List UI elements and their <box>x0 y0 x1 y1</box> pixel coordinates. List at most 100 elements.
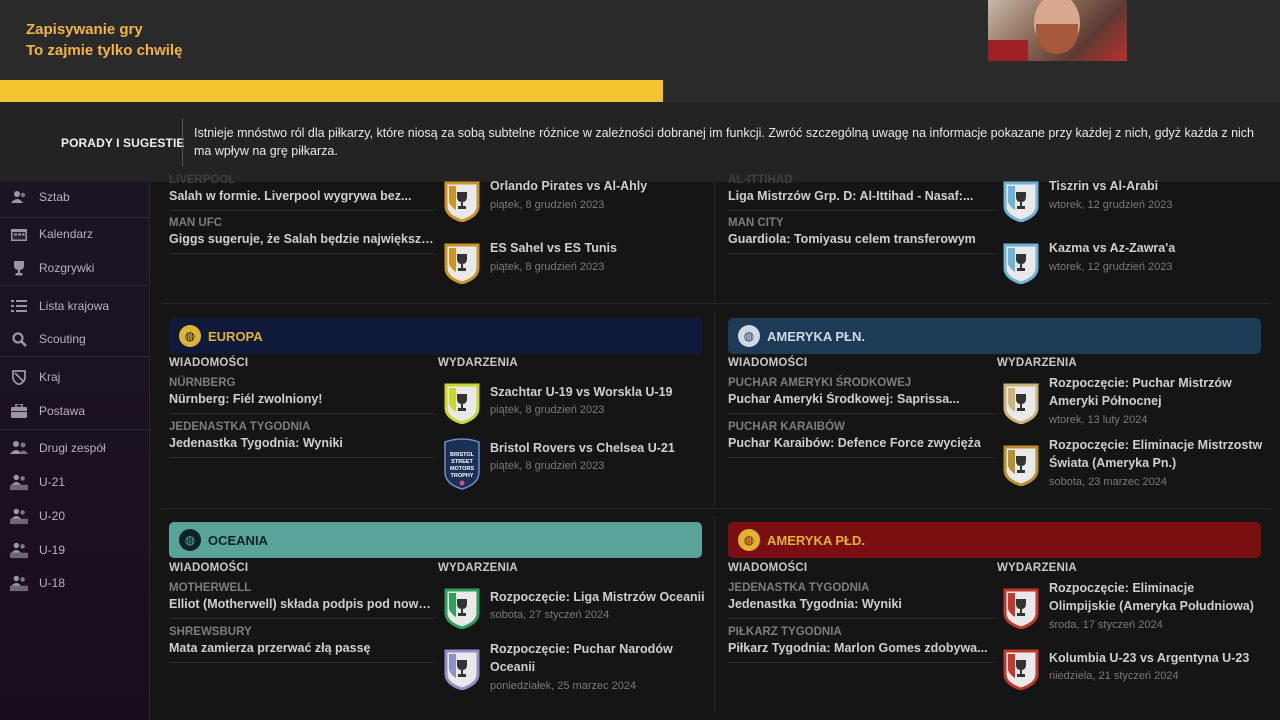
sidebar: Sztab Kalendarz Rozgrywki Lista krajowa <box>0 182 150 720</box>
competition-badge-icon <box>1002 180 1040 223</box>
sidebar-item-second-team[interactable]: Drugi zespół <box>0 434 150 462</box>
news-item[interactable]: AL-ITTIHAD Liga Mistrzów Grp. D: Al-Itti… <box>728 174 993 211</box>
events-column-header: WYDARZENIA <box>438 562 518 574</box>
event-item[interactable]: Orlando Pirates vs Al-Ahly piątek, 8 gru… <box>443 179 703 236</box>
saving-progress-fill <box>0 80 664 102</box>
events-column-header: WYDARZENIA <box>997 562 1077 574</box>
region-title: AMERYKA PŁD. <box>767 532 865 548</box>
news-item[interactable]: JEDENASTKA TYGODNIA Jedenastka Tygodnia:… <box>728 582 993 619</box>
event-item[interactable]: Rozpoczęcie: Puchar Mistrzów Ameryki Pół… <box>1002 376 1262 438</box>
region-title: OCEANIA <box>208 532 268 548</box>
saving-overlay: Zapisywanie gry To zajmie tylko chwilę <box>0 0 1280 80</box>
sidebar-item-label: Lista krajowa <box>39 299 110 313</box>
team-u20-icon <box>10 508 28 525</box>
event-item[interactable]: Kazma vs Az-Zawra'a wtorek, 12 grudzień … <box>1002 241 1262 298</box>
tips-panel: PORADY I SUGESTIE Istnieje mnóstwo ról d… <box>0 102 1280 182</box>
news-column-header: WIADOMOŚCI <box>728 357 808 369</box>
news-item[interactable]: PUCHAR AMERYKI ŚRODKOWEJ Puchar Ameryki … <box>728 377 993 414</box>
tips-label: PORADY I SUGESTIE <box>61 136 185 150</box>
sidebar-item-label: Drugi zespół <box>39 441 106 455</box>
competition-badge-icon <box>443 242 481 285</box>
competition-badge-icon <box>1002 382 1040 425</box>
sidebar-item-label: Kraj <box>39 370 61 384</box>
globe-oceania-icon: ◍ <box>179 529 201 551</box>
competition-badge-icon <box>1002 587 1040 630</box>
app-root: Zapisywanie gry To zajmie tylko chwilę P… <box>0 0 1280 720</box>
event-item[interactable]: Rozpoczęcie: Eliminacje Mistrzostw Świat… <box>1002 438 1262 500</box>
region-header-oceania[interactable]: ◍ OCEANIA <box>169 522 702 558</box>
events-column-header: WYDARZENIA <box>438 357 518 369</box>
news-item[interactable]: SHREWSBURY Mata zamierza przerwać złą pa… <box>169 626 434 663</box>
team-u18-icon <box>10 575 28 592</box>
sidebar-item-label: Scouting <box>39 332 86 346</box>
competition-badge-icon <box>443 180 481 223</box>
svg-text:TROPHY: TROPHY <box>451 473 474 479</box>
tips-text: Istnieje mnóstwo ról dla piłkarzy, które… <box>194 126 1255 158</box>
competition-badge-icon <box>443 648 481 691</box>
sidebar-item-national-list[interactable]: Lista krajowa <box>0 292 150 320</box>
competition-badge-icon <box>443 587 481 630</box>
event-item[interactable]: Kolumbia U-23 vs Argentyna U-23 niedziel… <box>1002 648 1262 704</box>
region-title: EUROPA <box>208 328 263 344</box>
news-item[interactable]: MOTHERWELL Elliot (Motherwell) składa po… <box>169 582 434 619</box>
sidebar-item-attitude[interactable]: Postawa <box>0 397 150 425</box>
bristol-street-motors-trophy-icon: BRISTOL STREET MOTORS TROPHY <box>443 438 481 490</box>
news-column-header: WIADOMOŚCI <box>169 562 249 574</box>
svg-text:MOTORS: MOTORS <box>450 466 474 472</box>
sidebar-item-country[interactable]: Kraj <box>0 363 150 391</box>
globe-europe-icon: ◍ <box>179 325 201 347</box>
news-item[interactable]: PUCHAR KARAIBÓW Puchar Karaibów: Defence… <box>728 421 993 458</box>
sidebar-item-u19[interactable]: U-19 <box>0 536 150 564</box>
briefcase-icon <box>10 403 28 419</box>
news-item[interactable]: NÜRNBERG Nürnberg: Fiél zwolniony! <box>169 377 434 414</box>
team-icon <box>10 440 28 456</box>
svg-text:BRISTOL: BRISTOL <box>450 452 475 458</box>
sidebar-item-label: U-20 <box>39 509 66 523</box>
competition-badge-icon <box>1002 444 1040 487</box>
news-column-header: WIADOMOŚCI <box>728 562 808 574</box>
region-header-south-america[interactable]: ◍ AMERYKA PŁD. <box>728 522 1261 558</box>
calendar-icon <box>10 226 28 242</box>
competition-badge-icon <box>1002 242 1040 285</box>
competition-badge-icon <box>1002 648 1040 691</box>
shield-icon <box>10 369 28 385</box>
sidebar-item-label: U-18 <box>39 576 66 590</box>
events-column-header: WYDARZENIA <box>997 357 1077 369</box>
event-item[interactable]: Rozpoczęcie: Liga Mistrzów Oceanii sobot… <box>443 587 705 643</box>
event-item[interactable]: BRISTOL STREET MOTORS TROPHY Bristol Rov… <box>443 438 703 494</box>
region-header-north-america[interactable]: ◍ AMERYKA PŁN. <box>728 318 1261 354</box>
sidebar-item-calendar[interactable]: Kalendarz <box>0 220 150 248</box>
sidebar-item-u20[interactable]: U-20 <box>0 502 150 530</box>
team-u21-icon <box>10 474 28 491</box>
tips-divider <box>182 118 183 166</box>
competition-badge-icon <box>443 382 481 425</box>
event-item[interactable]: Rozpoczęcie: Eliminacje Olimpijskie (Ame… <box>1002 581 1262 643</box>
news-column-header: WIADOMOŚCI <box>169 357 249 369</box>
event-item[interactable]: Rozpoczęcie: Puchar Narodów Oceanii poni… <box>443 642 703 704</box>
news-item[interactable]: MAN CITY Guardiola: Tomiyasu celem trans… <box>728 217 993 254</box>
saving-subtitle: To zajmie tylko chwilę <box>26 42 183 59</box>
sidebar-item-u21[interactable]: U-21 <box>0 468 150 496</box>
sidebar-item-label: Sztab <box>39 190 70 204</box>
saving-title: Zapisywanie gry <box>26 21 143 38</box>
sidebar-item-u18[interactable]: U-18 <box>0 569 150 597</box>
world-news-panel: LIVERPOOL Salah w formie. Liverpool wygr… <box>151 174 1280 720</box>
sidebar-item-competitions[interactable]: Rozgrywki <box>0 254 150 282</box>
region-header-europe[interactable]: ◍ EUROPA <box>169 318 702 354</box>
event-item[interactable]: Szachtar U-19 vs Worskla U-19 piątek, 8 … <box>443 382 703 438</box>
staff-icon <box>10 189 28 205</box>
saving-progress-bar <box>0 80 1280 102</box>
region-title: AMERYKA PŁN. <box>767 328 865 344</box>
sidebar-item-label: Kalendarz <box>39 227 94 241</box>
news-item[interactable]: PIŁKARZ TYGODNIA Piłkarz Tygodnia: Marlo… <box>728 626 993 663</box>
globe-south-america-icon: ◍ <box>738 529 760 551</box>
sidebar-item-staff[interactable]: Sztab <box>0 183 150 211</box>
sidebar-item-label: Postawa <box>39 404 86 418</box>
news-item[interactable]: LIVERPOOL Salah w formie. Liverpool wygr… <box>169 174 434 211</box>
event-item[interactable]: ES Sahel vs ES Tunis piątek, 8 grudzień … <box>443 241 703 298</box>
event-item[interactable]: Tiszrin vs Al-Arabi wtorek, 12 grudzień … <box>1002 179 1262 236</box>
sidebar-item-scouting[interactable]: Scouting <box>0 325 150 353</box>
sidebar-item-label: U-19 <box>39 543 66 557</box>
news-item[interactable]: MAN UFC Giggs sugeruje, że Salah będzie … <box>169 217 434 254</box>
news-item[interactable]: JEDENASTKA TYGODNIA Jedenastka Tygodnia:… <box>169 421 434 458</box>
